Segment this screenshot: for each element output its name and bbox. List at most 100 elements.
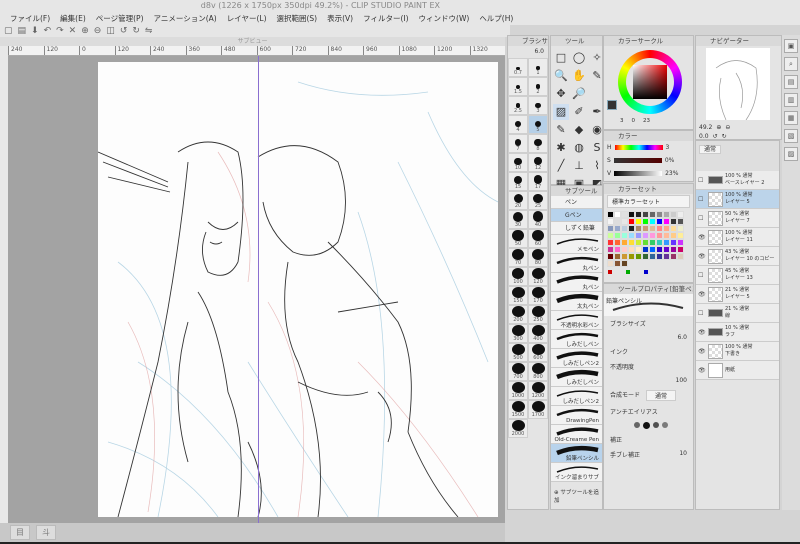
layer-row[interactable]: 👁 100 % 通常 下書き (696, 342, 779, 361)
brush-size-option[interactable]: 5 (528, 115, 548, 134)
color-swatch[interactable] (628, 246, 635, 253)
brush-size-option[interactable]: 4 (508, 115, 528, 134)
zoom-in-icon[interactable]: ⊕ (81, 26, 89, 36)
color-swatch[interactable] (607, 218, 614, 225)
color-swatch[interactable] (628, 218, 635, 225)
zoom-out-icon[interactable]: ⊖ (725, 124, 730, 131)
brush-size-option[interactable]: 600 (528, 343, 548, 362)
color-swatch[interactable] (614, 218, 621, 225)
tool-button[interactable]: ◆ (571, 122, 587, 138)
color-swatch[interactable] (635, 218, 642, 225)
zoom-fit-icon[interactable]: ◫ (106, 26, 115, 36)
color-swatch[interactable] (677, 246, 684, 253)
color-swatch[interactable] (670, 218, 677, 225)
layer-row[interactable]: ☐ 21 % 通常線 (696, 304, 779, 323)
color-swatch[interactable] (663, 232, 670, 239)
color-swatch[interactable] (649, 239, 656, 246)
color-swatch[interactable] (663, 225, 670, 232)
color-swatch[interactable] (656, 253, 663, 260)
color-swatch[interactable] (677, 239, 684, 246)
brush-size-option[interactable]: 2 (528, 77, 548, 96)
color-swatch[interactable] (628, 239, 635, 246)
color-swatch[interactable] (649, 218, 656, 225)
tool-button[interactable]: 🔎 (571, 86, 587, 102)
current-color[interactable] (607, 100, 617, 110)
brush-size-option[interactable]: 7 (508, 134, 528, 153)
sub-tool-item[interactable]: 鉛筆ペンシル (551, 444, 602, 463)
tool-button[interactable]: ✎ (553, 122, 569, 138)
color-swatch[interactable] (635, 253, 642, 260)
menu-item[interactable]: ページ管理(P) (96, 12, 144, 25)
rotation-value[interactable]: 0.0 (699, 133, 709, 140)
color-swatch[interactable] (642, 246, 649, 253)
sub-tool-item[interactable]: Old-Creame Pen (551, 425, 602, 444)
layer-row[interactable]: 👁 43 % 通常 レイヤー 10 のコピー (696, 247, 779, 266)
layer-row[interactable]: ☐ 50 % 通常 レイヤー 7 (696, 209, 779, 228)
brush-size-value[interactable]: 6.0 (508, 46, 548, 58)
color-swatch[interactable] (621, 225, 628, 232)
color-swatch[interactable] (677, 211, 684, 218)
brush-size-option[interactable]: 150 (508, 286, 528, 305)
item-bank-icon[interactable]: ▧ (784, 129, 798, 143)
tool-button[interactable]: ◍ (571, 140, 587, 156)
color-swatch[interactable] (649, 232, 656, 239)
menu-item[interactable]: フィルター(I) (363, 12, 408, 25)
redo-icon[interactable]: ↷ (56, 26, 64, 36)
color-swatch[interactable] (607, 246, 614, 253)
eye-icon[interactable]: 👁 (698, 348, 706, 355)
color-swatch[interactable] (663, 218, 670, 225)
menu-item[interactable]: ヘルプ(H) (479, 12, 513, 25)
color-swatch[interactable] (614, 239, 621, 246)
layer-row[interactable]: ☐ 100 % 通常 ベースレイヤー 2 (696, 171, 779, 190)
eye-icon[interactable]: ☐ (698, 196, 706, 203)
menu-item[interactable]: ウィンドウ(W) (419, 12, 470, 25)
sub-tool-item[interactable]: しみだしペン (551, 330, 602, 349)
color-swatch[interactable] (656, 246, 663, 253)
color-swatch[interactable] (607, 211, 614, 218)
sub-tool-item[interactable]: DrawingPen (551, 406, 602, 425)
undo-icon[interactable]: ↶ (44, 26, 52, 36)
color-swatch[interactable] (642, 218, 649, 225)
color-swatch[interactable] (635, 232, 642, 239)
sub-tool-group[interactable]: ペン (551, 196, 602, 209)
antialias-options[interactable] (604, 419, 693, 432)
menu-item[interactable]: アニメーション(A) (154, 12, 217, 25)
subview-tab[interactable]: サブビュー (0, 37, 505, 46)
color-swatch[interactable] (621, 218, 628, 225)
animation-icon[interactable]: ▨ (784, 147, 798, 161)
color-swatch[interactable] (614, 253, 621, 260)
search-icon[interactable]: ⌕ (784, 57, 798, 71)
opacity-field[interactable]: 100 (604, 374, 693, 387)
eye-icon[interactable]: 👁 (698, 367, 706, 374)
color-slider-tab[interactable]: カラー (604, 131, 693, 141)
blend-dropdown[interactable]: 通常 (646, 390, 677, 401)
add-sub-tool-button[interactable]: ⊕ サブツールを追加 (551, 482, 602, 510)
menu-item[interactable]: レイヤー(L) (227, 12, 267, 25)
eye-icon[interactable]: 👁 (698, 234, 706, 241)
brush-size-option[interactable]: 1200 (528, 381, 548, 400)
sub-tool-item[interactable]: 不透明水彩ペン (551, 311, 602, 330)
color-swatch[interactable] (607, 225, 614, 232)
tool-button[interactable]: 🔍 (553, 68, 569, 84)
color-swatch[interactable] (656, 239, 663, 246)
brush-size-option[interactable]: 100 (508, 267, 528, 286)
eye-icon[interactable]: 👁 (698, 291, 706, 298)
color-swatch[interactable] (607, 239, 614, 246)
color-swatch[interactable] (621, 211, 628, 218)
layer-property-icon[interactable]: ▤ (784, 75, 798, 89)
color-swatch[interactable] (670, 239, 677, 246)
stabilization-field[interactable]: 10 (679, 450, 687, 459)
brush-size-option[interactable]: 300 (508, 324, 528, 343)
color-swatch[interactable] (628, 225, 635, 232)
brush-size-field[interactable]: 6.0 (604, 331, 693, 344)
saturation-slider[interactable] (613, 158, 662, 163)
brush-size-option[interactable]: 25 (528, 191, 548, 210)
auto-action-icon[interactable]: ▦ (784, 111, 798, 125)
menu-item[interactable]: 選択範囲(S) (277, 12, 318, 25)
status-button-1[interactable]: 目 (10, 525, 30, 540)
eye-icon[interactable]: 👁 (698, 329, 706, 336)
brush-size-option[interactable]: 2.5 (508, 96, 528, 115)
menu-item[interactable]: 表示(V) (327, 12, 353, 25)
zoom-out-icon[interactable]: ⊖ (94, 26, 102, 36)
brush-size-option[interactable]: 12 (528, 153, 548, 172)
